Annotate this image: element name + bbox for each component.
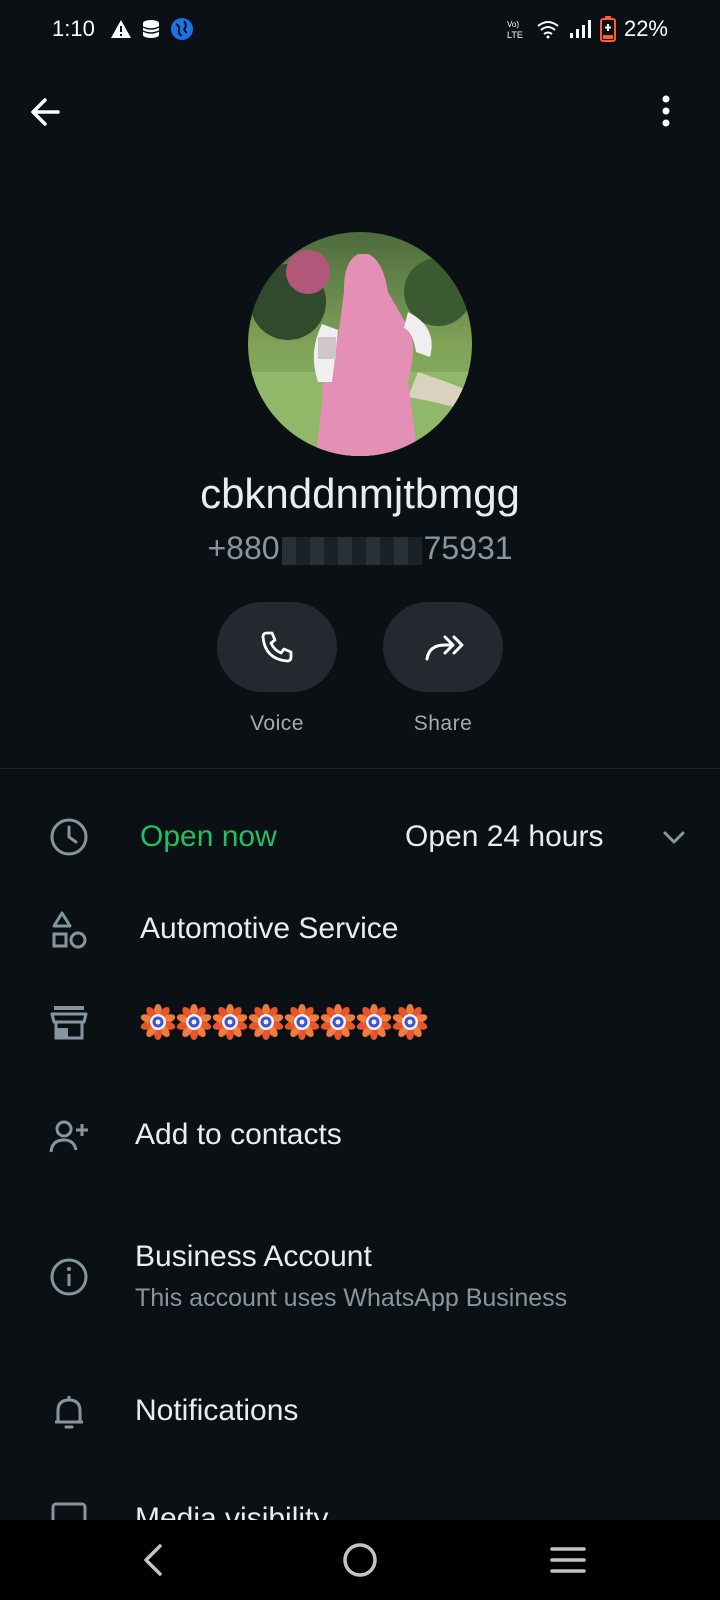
system-nav-bar [0,1520,720,1600]
more-vert-icon [662,95,670,127]
warning-icon [111,20,131,38]
status-time: 1:10 [52,16,95,41]
hours-text: Open 24 hours [405,820,604,853]
business-hours-row[interactable]: Open now Open 24 hours [0,808,720,868]
nav-home-icon[interactable] [340,1540,380,1580]
flower-emoji-icon [248,1004,284,1040]
contact-phone: +880 75931 [0,530,720,567]
phone-prefix: +880 [207,530,280,566]
open-status: Open now [140,820,277,853]
voice-label: Voice [250,712,304,735]
volte-icon: Vo)LTE [507,20,523,40]
notifications-row[interactable]: Notifications [0,1384,720,1444]
top-app-bar [0,80,720,144]
flower-emoji-icon [284,1004,320,1040]
status-bar: 1:10 Vo) LTE 22% [0,0,720,60]
phone-suffix: 75931 [423,530,513,566]
flower-emoji-icon [356,1004,392,1040]
svg-text:Vo): Vo) [507,20,519,29]
flower-emoji-icon [212,1004,248,1040]
description-row [0,994,720,1054]
bell-icon [55,1396,83,1429]
voice-call-button[interactable] [217,602,337,692]
share-icon [425,635,464,661]
status-right: Vo) LTE 22% [506,16,668,42]
phone-redacted [281,536,422,565]
nav-back-icon[interactable] [134,1540,174,1580]
wifi-icon [537,21,559,39]
category-row: Automotive Service [0,902,720,962]
add-to-contacts-row[interactable]: Add to contacts [0,1108,720,1168]
business-account-subtitle: This account uses WhatsApp Business [135,1284,568,1312]
arrow-left-icon [31,98,60,126]
flower-emoji-icon [140,1004,176,1040]
contact-name: cbknddnmjtbmgg [200,470,520,517]
notifications-label: Notifications [135,1394,299,1427]
business-account-title: Business Account [135,1240,372,1273]
back-button[interactable] [26,92,66,132]
flower-emoji-icon [392,1004,428,1040]
add-to-contacts-label: Add to contacts [135,1118,342,1151]
nav-recents-icon[interactable] [548,1540,588,1580]
signal-icon [569,20,591,38]
section-divider [0,768,720,769]
share-button[interactable] [383,602,503,692]
profile-avatar[interactable] [248,232,472,456]
store-icon [50,1006,88,1040]
flower-emoji-icon [176,1004,212,1040]
battery-icon [599,16,616,42]
category-shapes-icon [52,911,87,949]
clock-icon [50,818,88,856]
share-label: Share [413,712,473,735]
flower-emoji-icon [320,1004,356,1040]
description-emoji-list [140,1004,428,1040]
category-text: Automotive Service [140,912,399,945]
database-icon [142,20,160,38]
chevron-down-icon[interactable] [660,824,688,852]
more-options-button[interactable] [646,92,686,132]
status-left-icons [110,17,194,41]
person-add-icon [49,1120,88,1153]
business-account-row[interactable]: Business Account This account uses Whats… [0,1236,720,1320]
svg-text:LTE: LTE [507,30,523,40]
battery-percent: 22% [623,16,668,41]
info-icon [50,1258,88,1296]
phone-icon [261,631,293,663]
globe-icon [171,18,193,40]
